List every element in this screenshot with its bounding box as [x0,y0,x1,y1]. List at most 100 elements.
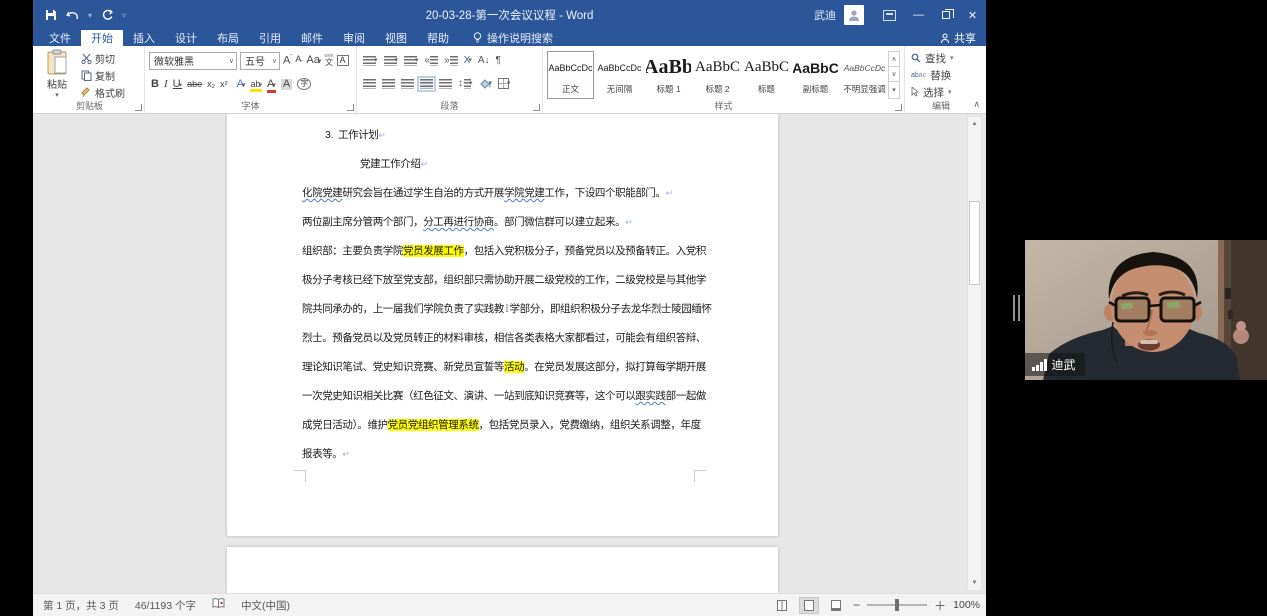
underline-icon[interactable]: U▾ [173,79,182,90]
document-page-1[interactable]: 3. 工作计划↵党建工作介绍↵化院党建研究会旨在通过学生自治的方式开展学院党建工… [227,114,778,536]
shading-icon[interactable]: ▾ [479,79,493,89]
phonetic-guide-icon[interactable]: wén文 [324,54,333,67]
enclose-character-icon[interactable]: 字 [297,78,311,90]
align-left-icon[interactable] [363,79,376,89]
tab-插入[interactable]: 插入 [123,30,165,46]
decrease-indent-icon[interactable]: « [425,56,439,66]
signed-in-user[interactable]: 武迪 [814,7,836,23]
line-spacing-icon[interactable]: ↕▾ [458,79,473,89]
document-text-line[interactable]: 一次党史知识相关比赛（红色征文、演讲、一站到底知识竞赛等，这个可以跟实践部一起做 [302,382,706,411]
select-button[interactable]: 选择▾ [911,84,971,100]
proofing-icon[interactable] [212,598,225,612]
bold-icon[interactable]: B [151,79,159,90]
qat-customize-icon[interactable]: ▿ [122,11,126,20]
tab-布局[interactable]: 布局 [207,30,249,46]
document-text-line[interactable]: 成党日活动）。维护党员党组织管理系统，包括党员录入，党费缴纳，组织关系调整，年度 [302,411,701,440]
document-text-line[interactable]: 3. 工作计划↵ [325,121,386,150]
cut-button[interactable]: 剪切 [81,51,125,66]
ribbon-display-options-icon[interactable] [878,0,905,30]
video-panel-drag-handle[interactable] [1013,295,1020,321]
document-text-line[interactable]: 党建工作介绍↵ [360,150,428,179]
text-effects-icon[interactable]: A▾ [237,79,246,90]
tab-视图[interactable]: 视图 [375,30,417,46]
web-layout-button[interactable] [826,597,846,614]
zoom-slider[interactable] [867,604,927,606]
zoom-in-icon[interactable]: ＋ [934,597,946,614]
undo-dropdown-icon[interactable]: ▾ [88,11,92,20]
sort-icon[interactable]: A↓ [478,56,490,66]
strikethrough-icon[interactable]: abe [187,80,202,89]
find-button[interactable]: 查找▾ [911,50,971,66]
font-name-combobox[interactable]: 微软雅黑 ∨ [149,52,237,70]
document-text-line[interactable]: 院共同承办的，上一届我们学院负责了实践教I学部分，即组织积极分子去龙华烈士陵园缅… [302,295,712,324]
user-avatar[interactable] [844,5,864,25]
bullets-icon[interactable]: ▾ [363,56,378,66]
undo-icon[interactable] [66,10,79,21]
styles-dialog-launcher-icon[interactable] [895,104,902,111]
styles-down-icon[interactable]: ∨ [889,67,899,82]
numbering-icon[interactable]: ▾ [384,56,399,66]
style-无间隔[interactable]: AaBbCcDc无间隔 [596,51,643,99]
borders-icon[interactable]: ▾ [498,78,511,89]
align-right-icon[interactable] [401,79,414,89]
font-color-icon[interactable]: A▾ [267,79,276,90]
scroll-up-icon[interactable]: ▲ [968,117,981,131]
document-text-line[interactable]: 报表等。↵ [302,440,350,469]
character-shading-icon[interactable]: A [281,79,292,90]
shrink-font-icon[interactable]: Aˇ [295,55,303,67]
document-page-2[interactable] [227,547,778,593]
document-text-line[interactable]: 理论知识笔试、党史知识竞赛、新党员宣誓等活动。在党员发展这部分，拟打算每学期开展 [302,353,706,382]
character-border-icon[interactable]: A [337,55,349,66]
scrollbar-thumb[interactable] [969,201,980,285]
collapse-ribbon-icon[interactable]: ∧ [973,99,980,110]
style-标题 1[interactable]: AaBb标题 1 [645,51,692,99]
print-layout-button[interactable] [799,597,819,614]
language-indicator[interactable]: 中文(中国) [241,598,290,613]
distribute-icon[interactable] [439,79,452,89]
tab-引用[interactable]: 引用 [249,30,291,46]
style-副标题[interactable]: AaBbC副标题 [792,51,839,99]
tab-审阅[interactable]: 审阅 [333,30,375,46]
zoom-slider-thumb[interactable] [895,599,899,611]
subscript-icon[interactable]: x₂ [207,80,215,89]
document-text-line[interactable]: 两位副主席分管两个部门，分工再进行协商。部门微信群可以建立起来。↵ [302,208,633,237]
tell-me-box[interactable]: 操作说明搜索 [473,30,553,46]
webcam-video[interactable]: 迪武 [1025,240,1267,380]
restore-button[interactable] [932,0,959,30]
styles-more-icon[interactable]: ▾ [889,82,899,97]
style-标题 2[interactable]: AaBbC标题 2 [694,51,741,99]
zoom-level[interactable]: 100% [953,599,980,611]
copy-button[interactable]: 复制 [81,68,125,83]
tab-设计[interactable]: 设计 [165,30,207,46]
tab-文件[interactable]: 文件 [39,30,81,46]
document-text-line[interactable]: 化院党建研究会旨在通过学生自治的方式开展学院党建工作，下设四个职能部门。↵ [302,179,673,208]
document-text-line[interactable]: 极分子考核已经下放至党支部，组织部只需协助开展二级党校的工作，二级党校是与其他学 [302,266,706,295]
superscript-icon[interactable]: x² [220,80,228,89]
vertical-scrollbar[interactable]: ▲ ▼ [967,116,982,591]
align-center-icon[interactable] [382,79,395,89]
styles-up-icon[interactable]: ∧ [889,52,899,67]
tab-邮件[interactable]: 邮件 [291,30,333,46]
font-dialog-launcher-icon[interactable] [347,104,354,111]
paste-dropdown-icon[interactable]: ▾ [55,91,59,99]
show-hide-marks-icon[interactable]: ¶ [496,56,501,66]
italic-icon[interactable]: I [164,79,168,90]
share-button[interactable]: 共享 [940,30,976,46]
close-button[interactable]: ✕ [959,0,986,30]
page-indicator[interactable]: 第 1 页，共 3 页 [43,598,119,613]
document-text-line[interactable]: 烈士。预备党员以及党员转正的材料审核，相信各类表格大家都看过，可能会有组织答辩、 [302,324,706,353]
justify-icon[interactable] [420,79,433,89]
clipboard-dialog-launcher-icon[interactable] [135,104,142,111]
grow-font-icon[interactable]: Aˆ [283,55,292,67]
paragraph-dialog-launcher-icon[interactable] [533,104,540,111]
word-count[interactable]: 46/1193 个字 [135,598,196,613]
replace-button[interactable]: abac 替换 [911,67,971,83]
increase-indent-icon[interactable]: » [444,56,458,66]
read-mode-button[interactable] [772,597,792,614]
save-icon[interactable] [45,9,57,21]
scroll-down-icon[interactable]: ▼ [968,576,981,590]
minimize-button[interactable]: — [905,0,932,30]
format-painter-button[interactable]: 格式刷 [81,85,125,100]
multilevel-list-icon[interactable]: ▾ [404,56,419,66]
change-case-icon[interactable]: Aa▾ [306,55,321,66]
